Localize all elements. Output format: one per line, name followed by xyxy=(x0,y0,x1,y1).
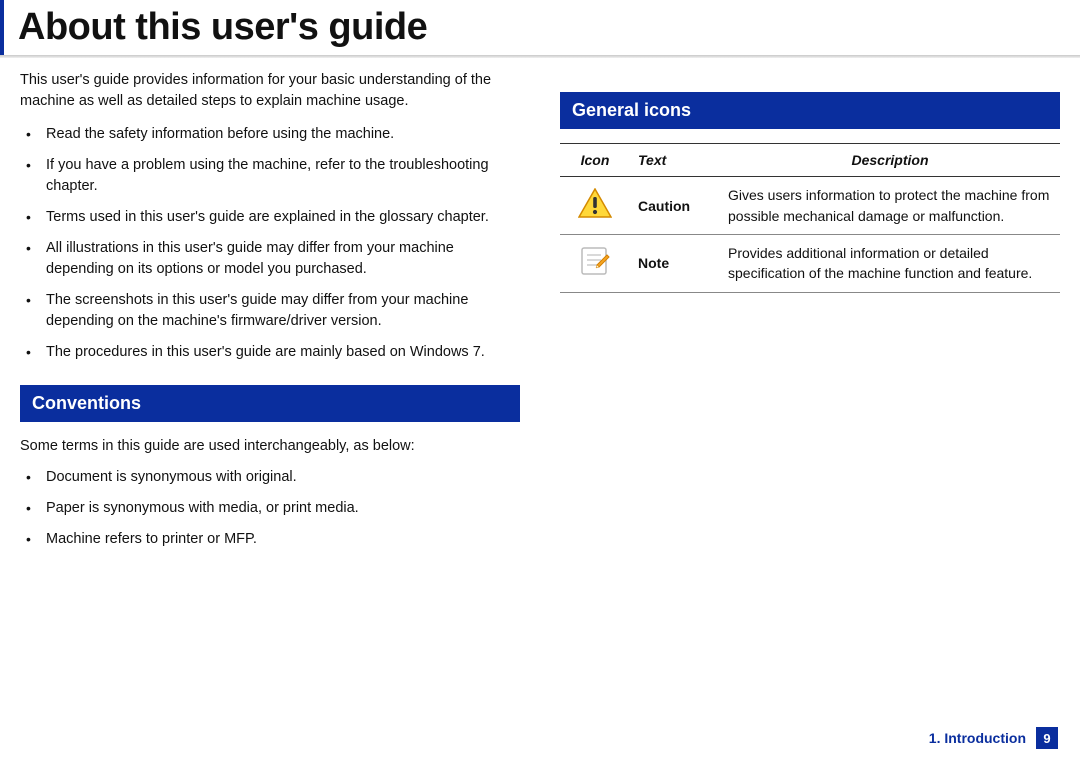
intro-paragraph: This user's guide provides information f… xyxy=(20,70,520,112)
conventions-intro: Some terms in this guide are used interc… xyxy=(20,436,520,457)
th-description: Description xyxy=(720,144,1060,177)
list-item: Document is synonymous with original. xyxy=(40,467,520,488)
th-icon: Icon xyxy=(560,144,630,177)
page-title: About this user's guide xyxy=(0,0,1080,55)
table-row: Caution Gives users information to prote… xyxy=(560,177,1060,235)
table-header-row: Icon Text Description xyxy=(560,144,1060,177)
desc-cell: Gives users information to protect the m… xyxy=(720,177,1060,235)
general-icons-table: Icon Text Description xyxy=(560,143,1060,292)
title-divider xyxy=(0,55,1080,58)
list-item: Machine refers to printer or MFP. xyxy=(40,529,520,550)
list-item: Terms used in this user's guide are expl… xyxy=(40,207,520,228)
list-item: The screenshots in this user's guide may… xyxy=(40,290,520,332)
list-item: The procedures in this user's guide are … xyxy=(40,342,520,363)
list-item: Read the safety information before using… xyxy=(40,124,520,145)
desc-cell: Provides additional information or detai… xyxy=(720,234,1060,292)
content-columns: This user's guide provides information f… xyxy=(0,70,1080,560)
conventions-header: Conventions xyxy=(20,385,520,422)
caution-icon xyxy=(578,188,612,218)
list-item: Paper is synonymous with media, or print… xyxy=(40,498,520,519)
note-icon xyxy=(579,245,611,277)
footer-chapter: 1. Introduction xyxy=(929,730,1026,746)
icon-cell xyxy=(560,177,630,235)
general-icons-header: General icons xyxy=(560,92,1060,129)
list-item: All illustrations in this user's guide m… xyxy=(40,238,520,280)
table-row: Note Provides additional information or … xyxy=(560,234,1060,292)
right-column: General icons Icon Text Description xyxy=(560,70,1060,560)
intro-bullets: Read the safety information before using… xyxy=(20,124,520,363)
text-cell: Note xyxy=(630,234,720,292)
page-footer: 1. Introduction 9 xyxy=(929,727,1058,749)
icon-cell xyxy=(560,234,630,292)
th-text: Text xyxy=(630,144,720,177)
conventions-bullets: Document is synonymous with original. Pa… xyxy=(20,467,520,550)
left-column: This user's guide provides information f… xyxy=(20,70,520,560)
list-item: If you have a problem using the machine,… xyxy=(40,155,520,197)
footer-page-number: 9 xyxy=(1036,727,1058,749)
text-cell: Caution xyxy=(630,177,720,235)
